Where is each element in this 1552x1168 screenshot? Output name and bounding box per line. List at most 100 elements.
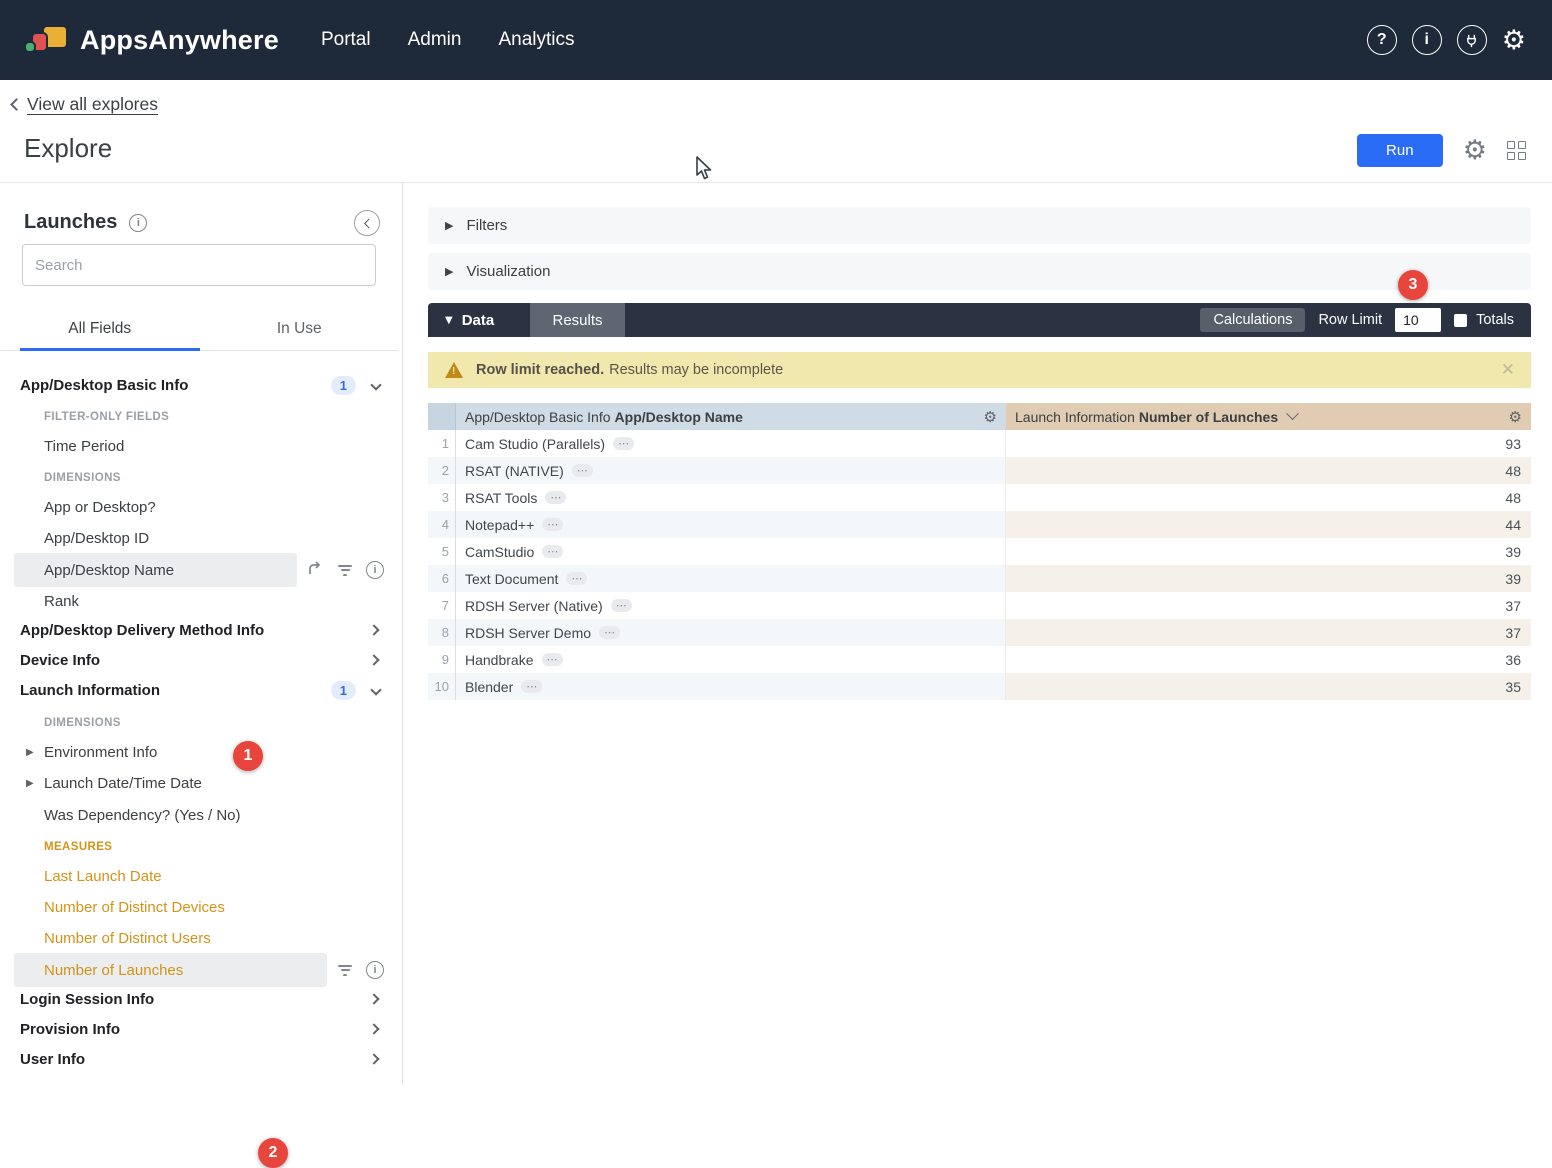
measure-distinct-users[interactable]: Number of Distinct Users bbox=[0, 923, 402, 953]
group-device-info[interactable]: Device Info bbox=[0, 645, 402, 675]
cell-menu-icon[interactable]: ⋯ bbox=[599, 626, 620, 639]
row-number: 1 bbox=[428, 430, 456, 457]
row-number: 7 bbox=[428, 592, 456, 619]
cell-app-name: RDSH Server (Native)⋯ bbox=[456, 592, 1006, 619]
cell-menu-icon[interactable]: ⋯ bbox=[542, 545, 563, 558]
expand-triangle-icon: ▶ bbox=[26, 747, 44, 758]
cell-menu-icon[interactable]: ⋯ bbox=[611, 599, 632, 612]
cell-app-name: Notepad++⋯ bbox=[456, 511, 1006, 538]
sidebar-collapse-button[interactable] bbox=[354, 210, 380, 236]
data-section-bar: ▼ Data Results Calculations Row Limit To… bbox=[428, 303, 1531, 337]
table-row[interactable]: 8 RDSH Server Demo⋯ 37 bbox=[428, 619, 1531, 646]
warning-icon: ! bbox=[445, 362, 463, 378]
measure-last-launch-date[interactable]: Last Launch Date bbox=[0, 861, 402, 891]
field-launch-date-time[interactable]: ▶ Launch Date/Time Date bbox=[0, 768, 402, 798]
field-app-or-desktop[interactable]: App or Desktop? bbox=[0, 492, 402, 522]
table-row[interactable]: 1 Cam Studio (Parallels)⋯ 93 bbox=[428, 430, 1531, 457]
tab-in-use[interactable]: In Use bbox=[200, 307, 400, 350]
field-was-dependency[interactable]: Was Dependency? (Yes / No) bbox=[0, 800, 402, 830]
dashboard-grid-icon[interactable] bbox=[1507, 141, 1526, 160]
table-row[interactable]: 7 RDSH Server (Native)⋯ 37 bbox=[428, 592, 1531, 619]
cell-menu-icon[interactable]: ⋯ bbox=[566, 572, 587, 585]
column-header-number-of-launches[interactable]: Launch Information Number of Launches ⚙ bbox=[1006, 403, 1531, 430]
row-number: 3 bbox=[428, 484, 456, 511]
pivot-icon[interactable] bbox=[306, 559, 324, 581]
nav-analytics[interactable]: Analytics bbox=[498, 29, 574, 51]
field-info-icon[interactable]: i bbox=[366, 961, 384, 979]
run-button[interactable]: Run bbox=[1357, 134, 1443, 167]
view-all-explores-link[interactable]: View all explores bbox=[12, 94, 158, 115]
mouse-cursor bbox=[694, 156, 716, 182]
row-number-header bbox=[428, 403, 456, 430]
info-icon[interactable]: i bbox=[1412, 25, 1442, 55]
results-tab[interactable]: Results bbox=[530, 303, 625, 337]
field-time-period[interactable]: Time Period bbox=[0, 431, 402, 461]
group-login-session-info[interactable]: Login Session Info bbox=[0, 984, 402, 1014]
collapse-chevron-icon bbox=[363, 218, 373, 228]
table-row[interactable]: 3 RSAT Tools⋯ 48 bbox=[428, 484, 1531, 511]
gear-icon[interactable]: ⚙ bbox=[1502, 27, 1526, 54]
dismiss-warning-icon[interactable]: ✕ bbox=[1501, 360, 1515, 380]
cell-app-name: Text Document⋯ bbox=[456, 565, 1006, 592]
field-search-input[interactable] bbox=[22, 244, 376, 286]
chevron-right-icon bbox=[368, 1023, 379, 1034]
nav-portal[interactable]: Portal bbox=[321, 29, 371, 51]
field-info-icon[interactable]: i bbox=[366, 561, 384, 579]
cell-menu-icon[interactable]: ⋯ bbox=[542, 653, 563, 666]
row-number: 8 bbox=[428, 619, 456, 646]
row-number: 5 bbox=[428, 538, 456, 565]
expand-triangle-icon: ▶ bbox=[445, 219, 453, 232]
cell-launches: 37 bbox=[1006, 619, 1531, 646]
group-launch-information[interactable]: Launch Information 1 bbox=[0, 675, 402, 705]
table-row[interactable]: 9 Handbrake⋯ 36 bbox=[428, 646, 1531, 673]
filter-icon[interactable] bbox=[336, 965, 354, 976]
explore-settings-gear-icon[interactable]: ⚙ bbox=[1463, 137, 1487, 164]
explore-info-icon[interactable]: i bbox=[129, 214, 147, 232]
table-row[interactable]: 4 Notepad++⋯ 44 bbox=[428, 511, 1531, 538]
cell-menu-icon[interactable]: ⋯ bbox=[521, 680, 542, 693]
plug-icon[interactable] bbox=[1457, 25, 1487, 55]
back-chevron-icon bbox=[10, 98, 23, 111]
results-table: App/Desktop Basic Info App/Desktop Name … bbox=[428, 403, 1531, 700]
measure-distinct-devices[interactable]: Number of Distinct Devices bbox=[0, 892, 402, 922]
column-header-app-desktop-name[interactable]: App/Desktop Basic Info App/Desktop Name … bbox=[456, 403, 1006, 430]
group-delivery-method-info[interactable]: App/Desktop Delivery Method Info bbox=[0, 615, 402, 645]
row-limit-input[interactable] bbox=[1395, 308, 1441, 332]
cell-launches: 36 bbox=[1006, 646, 1531, 673]
nav-admin[interactable]: Admin bbox=[408, 29, 462, 51]
totals-checkbox[interactable] bbox=[1454, 314, 1467, 327]
group-app-desktop-basic-info[interactable]: App/Desktop Basic Info 1 bbox=[0, 370, 402, 400]
chevron-right-icon bbox=[368, 993, 379, 1004]
cell-menu-icon[interactable]: ⋯ bbox=[572, 464, 593, 477]
calculations-button[interactable]: Calculations bbox=[1200, 308, 1305, 332]
column-gear-icon[interactable]: ⚙ bbox=[984, 408, 997, 426]
data-section-toggle[interactable]: ▼ Data bbox=[445, 312, 494, 329]
filters-panel[interactable]: ▶ Filters bbox=[428, 207, 1531, 244]
cell-menu-icon[interactable]: ⋯ bbox=[613, 437, 634, 450]
sort-desc-icon bbox=[1286, 407, 1299, 420]
group-provision-info[interactable]: Provision Info bbox=[0, 1014, 402, 1044]
filter-icon[interactable] bbox=[336, 565, 354, 576]
field-picker-sidebar: Launches i All Fields In Use App/Desktop… bbox=[0, 183, 403, 1084]
fields-in-use-badge: 1 bbox=[331, 376, 356, 395]
field-rank[interactable]: Rank bbox=[0, 586, 402, 616]
field-app-desktop-id[interactable]: App/Desktop ID bbox=[0, 523, 402, 553]
table-row[interactable]: 2 RSAT (NATIVE)⋯ 48 bbox=[428, 457, 1531, 484]
field-environment-info[interactable]: ▶ Environment Info bbox=[0, 737, 402, 767]
table-row[interactable]: 5 CamStudio⋯ 39 bbox=[428, 538, 1531, 565]
cell-app-name: RDSH Server Demo⋯ bbox=[456, 619, 1006, 646]
group-user-info[interactable]: User Info bbox=[0, 1044, 402, 1074]
tab-all-fields[interactable]: All Fields bbox=[0, 307, 200, 350]
measure-number-of-launches[interactable]: Number of Launches i bbox=[0, 955, 402, 985]
column-gear-icon[interactable]: ⚙ bbox=[1509, 408, 1522, 426]
cell-menu-icon[interactable]: ⋯ bbox=[542, 518, 563, 531]
field-app-desktop-name[interactable]: App/Desktop Name i bbox=[0, 555, 402, 585]
section-measures: MEASURES bbox=[0, 832, 402, 862]
cell-app-name: Blender⋯ bbox=[456, 673, 1006, 700]
visualization-panel[interactable]: ▶ Visualization bbox=[428, 253, 1531, 290]
cell-menu-icon[interactable]: ⋯ bbox=[545, 491, 566, 504]
help-icon[interactable]: ? bbox=[1367, 25, 1397, 55]
cell-launches: 44 bbox=[1006, 511, 1531, 538]
table-row[interactable]: 6 Text Document⋯ 39 bbox=[428, 565, 1531, 592]
table-row[interactable]: 10 Blender⋯ 35 bbox=[428, 673, 1531, 700]
